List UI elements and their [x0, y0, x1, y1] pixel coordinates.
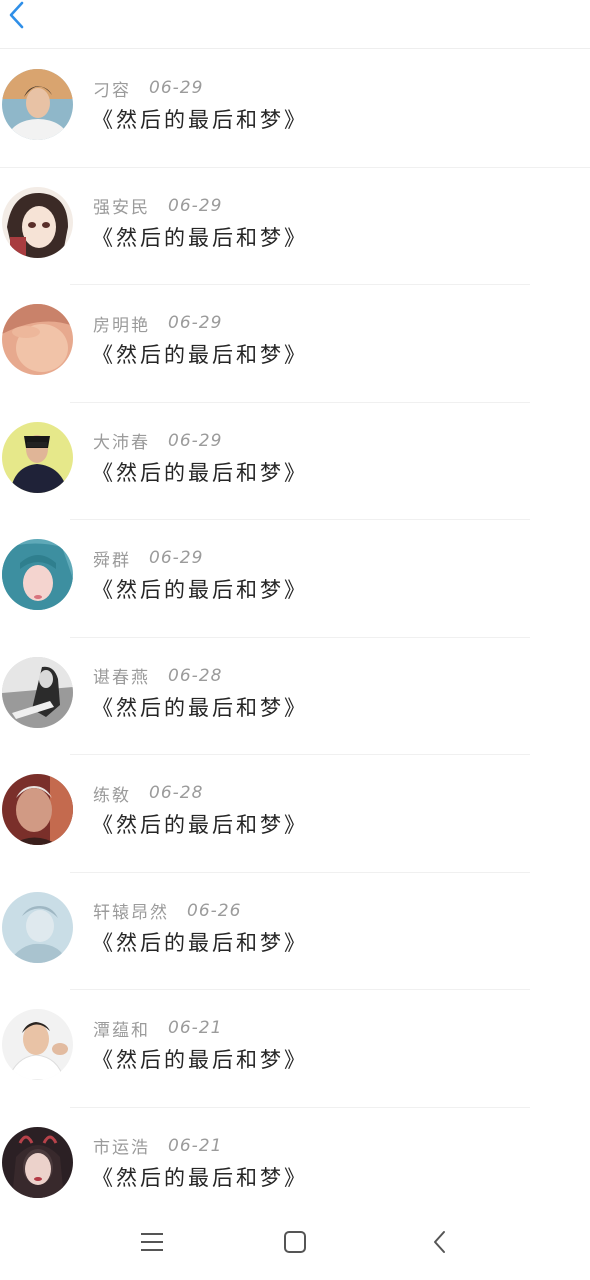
message-date: 06-28	[168, 665, 223, 686]
sender-name: 房明艳	[93, 315, 150, 336]
message-title: 《然后的最后和梦》	[92, 343, 308, 367]
message-title: 《然后的最后和梦》	[92, 695, 308, 720]
sender-name: 轩辕昂然	[93, 903, 169, 923]
message-date: 06-26	[187, 900, 242, 921]
message-date: 06-28	[149, 783, 204, 803]
message-date: 06-29	[168, 195, 223, 216]
message-date: 06-29	[149, 78, 204, 98]
message-list: 刁容 06-29 《然后的最后和梦》 强安民 06-29 《然后的最后和梦》 房…	[0, 50, 590, 1225]
list-item[interactable]: 大沛春 06-29 《然后的最后和梦》	[0, 403, 590, 521]
avatar	[2, 774, 73, 845]
message-date: 06-29	[149, 548, 204, 568]
avatar	[2, 1126, 73, 1198]
avatar	[2, 656, 73, 728]
message-title: 《然后的最后和梦》	[92, 1048, 308, 1072]
menu-button[interactable]	[132, 1222, 172, 1262]
sender-name: 大沛春	[93, 433, 150, 453]
avatar	[2, 539, 73, 610]
message-title: 《然后的最后和梦》	[92, 108, 308, 132]
avatar	[2, 304, 73, 375]
back-nav-button[interactable]	[420, 1222, 460, 1262]
home-icon	[284, 1231, 306, 1253]
message-date: 06-21	[168, 1018, 223, 1038]
list-item[interactable]: 房明艳 06-29 《然后的最后和梦》	[0, 285, 590, 403]
back-button[interactable]	[2, 0, 32, 32]
menu-icon	[141, 1233, 163, 1251]
avatar	[2, 891, 73, 963]
system-navigation-bar	[0, 1200, 590, 1280]
list-item[interactable]: 舜群 06-29 《然后的最后和梦》	[0, 520, 590, 638]
list-item[interactable]: 刁容 06-29 《然后的最后和梦》	[0, 50, 590, 168]
message-date: 06-21	[168, 1135, 223, 1156]
top-bar	[0, 0, 590, 49]
list-item[interactable]: 轩辕昂然 06-26 《然后的最后和梦》	[0, 873, 590, 991]
message-title: 《然后的最后和梦》	[92, 813, 308, 837]
message-title: 《然后的最后和梦》	[92, 225, 308, 250]
back-icon	[434, 1231, 445, 1253]
message-title: 《然后的最后和梦》	[92, 930, 308, 955]
chevron-left-icon	[9, 1, 24, 29]
sender-name: 练敎	[93, 785, 131, 806]
list-item[interactable]: 练敎 06-28 《然后的最后和梦》	[0, 755, 590, 873]
sender-name: 潭蕴和	[93, 1020, 150, 1041]
sender-name: 谌春燕	[93, 668, 150, 688]
sender-name: 舜群	[93, 550, 131, 571]
home-button[interactable]	[275, 1222, 315, 1262]
list-item[interactable]: 潭蕴和 06-21 《然后的最后和梦》	[0, 990, 590, 1108]
message-date: 06-29	[168, 313, 223, 333]
message-date: 06-29	[168, 430, 223, 451]
sender-name: 市运浩	[93, 1138, 150, 1158]
message-title: 《然后的最后和梦》	[92, 460, 308, 485]
sender-name: 刁容	[93, 80, 131, 101]
list-item[interactable]: 谌春燕 06-28 《然后的最后和梦》	[0, 638, 590, 756]
message-title: 《然后的最后和梦》	[92, 1165, 308, 1190]
avatar	[2, 69, 73, 140]
sender-name: 强安民	[93, 198, 150, 218]
avatar	[2, 186, 73, 258]
list-item[interactable]: 强安民 06-29 《然后的最后和梦》	[0, 168, 590, 286]
message-title: 《然后的最后和梦》	[92, 578, 308, 602]
avatar	[2, 421, 73, 493]
avatar	[2, 1009, 73, 1080]
